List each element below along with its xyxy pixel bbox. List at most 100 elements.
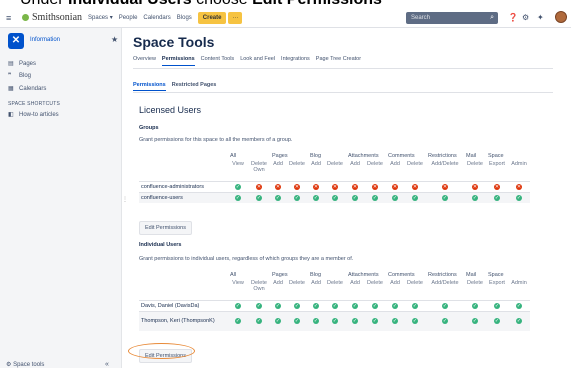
search-placeholder: Search bbox=[411, 15, 431, 21]
column-header: Add bbox=[273, 280, 283, 286]
brand-name: Smithsonian bbox=[32, 12, 83, 23]
check-icon: ✓ bbox=[472, 318, 478, 325]
column-header: Admin bbox=[511, 161, 527, 167]
row-name: confluence-users bbox=[141, 194, 183, 201]
sun-icon bbox=[22, 14, 29, 21]
check-icon: ✓ bbox=[275, 302, 281, 309]
column-header: Delete bbox=[289, 161, 305, 167]
sidebar: ✕ Information ★ ▤ Pages ❞ Blog ▦ Calenda… bbox=[0, 28, 122, 368]
subtab-restricted-pages[interactable]: Restricted Pages bbox=[172, 82, 217, 91]
sidebar-item-label: How-to articles bbox=[19, 111, 59, 118]
check-icon: ✓ bbox=[294, 194, 300, 201]
check-icon: ✓ bbox=[235, 183, 241, 190]
help-icon[interactable]: ❓ bbox=[508, 13, 518, 22]
table-row: confluence-users ✓ ✓ ✓ ✓ ✓ ✓ ✓ ✓ ✓ ✓ ✓ ✓ ✓ ✓ bbox=[139, 192, 530, 203]
nav-blogs[interactable]: Blogs bbox=[177, 15, 192, 21]
row-name: Davis, Daniel (DavisDa) bbox=[141, 302, 200, 309]
category-header: Attachments bbox=[348, 153, 379, 159]
table-row: Thompson, Keri (ThompsonK) ✓ ✓ ✓ ✓ ✓ ✓ ✓ ✓ ✓ ✓ ✓ ✓ ✓ ✓ bbox=[139, 311, 530, 331]
column-header: Add/Delete bbox=[431, 280, 459, 286]
groups-edit-permissions-button[interactable]: Edit Permissions bbox=[139, 221, 192, 235]
subtab-bar: Permissions Restricted Pages bbox=[133, 82, 222, 91]
page: Under Individual Users choose Edit Permi… bbox=[0, 0, 571, 368]
individual-users-permissions-table: All Pages Blog Attachments Comments Restricti… bbox=[139, 270, 530, 331]
table-row: confluence-administrators ✓ ✕ ✕ ✕ ✕ ✕ ✕ ✕ ✕ ✕ ✕ ✕ ✕ ✕ bbox=[139, 181, 530, 192]
caption-prefix: Under bbox=[20, 0, 68, 8]
individual-users-heading: Individual Users bbox=[139, 242, 182, 248]
cross-icon: ✕ bbox=[313, 183, 319, 190]
sidebar-item-calendars[interactable]: ▦ Calendars bbox=[8, 85, 46, 93]
check-icon: ✓ bbox=[472, 302, 478, 309]
licensed-users-heading: Licensed Users bbox=[139, 105, 202, 115]
check-icon: ✓ bbox=[352, 302, 358, 309]
category-header: Space bbox=[488, 272, 504, 278]
space-logo-icon[interactable]: ✕ bbox=[8, 33, 24, 49]
notifications-icon[interactable]: ✦ bbox=[537, 13, 544, 22]
column-header: Admin bbox=[511, 280, 527, 286]
avatar[interactable] bbox=[555, 11, 567, 23]
cross-icon: ✕ bbox=[372, 183, 378, 190]
check-icon: ✓ bbox=[516, 318, 522, 325]
nav-spaces[interactable]: Spaces ▾ bbox=[88, 14, 113, 21]
space-tools-link[interactable]: ⚙ Space tools bbox=[6, 361, 44, 368]
space-shortcuts-heading: SPACE SHORTCUTS bbox=[8, 101, 60, 107]
nav-people[interactable]: People bbox=[119, 15, 138, 21]
cross-icon: ✕ bbox=[472, 183, 478, 190]
check-icon: ✓ bbox=[313, 318, 319, 325]
search-input[interactable]: Search ⌕ bbox=[406, 12, 498, 24]
category-header: Blog bbox=[310, 272, 322, 278]
top-navigation-bar: ≡ Smithsonian Spaces ▾ People Calendars … bbox=[0, 8, 571, 28]
check-icon: ✓ bbox=[275, 318, 281, 325]
category-header: Blog bbox=[310, 153, 322, 159]
collapse-sidebar-icon[interactable]: « bbox=[105, 361, 109, 368]
cross-icon: ✕ bbox=[294, 183, 300, 190]
category-header: Restrictions bbox=[428, 272, 457, 278]
menu-icon[interactable]: ≡ bbox=[6, 13, 14, 23]
column-header: Delete Own bbox=[251, 280, 267, 292]
check-icon: ✓ bbox=[412, 318, 418, 325]
create-button[interactable]: Create bbox=[197, 11, 227, 24]
create-more-button[interactable]: ··· bbox=[228, 11, 243, 24]
star-icon[interactable]: ★ bbox=[111, 35, 118, 44]
check-icon: ✓ bbox=[256, 194, 262, 201]
column-header: Add/Delete bbox=[431, 161, 459, 167]
check-icon: ✓ bbox=[412, 302, 418, 309]
column-header: Delete bbox=[367, 280, 383, 286]
tab-permissions[interactable]: Permissions bbox=[161, 56, 195, 66]
check-icon: ✓ bbox=[442, 194, 448, 201]
category-header: Comments bbox=[388, 153, 415, 159]
space-name[interactable]: Information bbox=[30, 37, 60, 43]
pages-icon: ▤ bbox=[8, 61, 14, 67]
sidebar-item-how-to-articles[interactable]: ◧ How-to articles bbox=[8, 111, 59, 119]
column-header: Add bbox=[311, 161, 321, 167]
tab-look-and-feel[interactable]: Look and Feel bbox=[240, 56, 275, 66]
check-icon: ✓ bbox=[352, 318, 358, 325]
tab-overview[interactable]: Overview bbox=[133, 56, 156, 66]
sidebar-item-pages[interactable]: ▤ Pages bbox=[8, 60, 36, 68]
check-icon: ✓ bbox=[313, 302, 319, 309]
check-icon: ✓ bbox=[294, 318, 300, 325]
category-header: All bbox=[230, 272, 237, 278]
settings-icon[interactable]: ⚙ bbox=[522, 13, 529, 22]
check-icon: ✓ bbox=[472, 194, 478, 201]
divider bbox=[133, 68, 553, 69]
cross-icon: ✕ bbox=[392, 183, 398, 190]
calendar-icon: ▦ bbox=[8, 86, 14, 92]
sidebar-item-blog[interactable]: ❞ Blog bbox=[8, 72, 31, 80]
tab-page-tree-creator[interactable]: Page Tree Creator bbox=[316, 56, 361, 66]
sidebar-resize-handle[interactable]: ⋮ bbox=[122, 196, 128, 203]
cross-icon: ✕ bbox=[275, 183, 281, 190]
tab-content-tools[interactable]: Content Tools bbox=[201, 56, 235, 66]
nav-calendars[interactable]: Calendars bbox=[143, 15, 170, 21]
tab-bar: Overview Permissions Content Tools Look … bbox=[133, 56, 367, 66]
tab-integrations[interactable]: Integrations bbox=[281, 56, 310, 66]
row-name: Thompson, Keri (ThompsonK) bbox=[141, 318, 215, 325]
check-icon: ✓ bbox=[516, 194, 522, 201]
link-icon: ◧ bbox=[8, 112, 14, 118]
column-header: Delete Own bbox=[251, 161, 267, 173]
brand-logo[interactable]: Smithsonian bbox=[22, 12, 82, 23]
category-header: Pages bbox=[272, 272, 288, 278]
check-icon: ✓ bbox=[494, 318, 500, 325]
check-icon: ✓ bbox=[332, 194, 338, 201]
subtab-permissions[interactable]: Permissions bbox=[133, 82, 166, 91]
